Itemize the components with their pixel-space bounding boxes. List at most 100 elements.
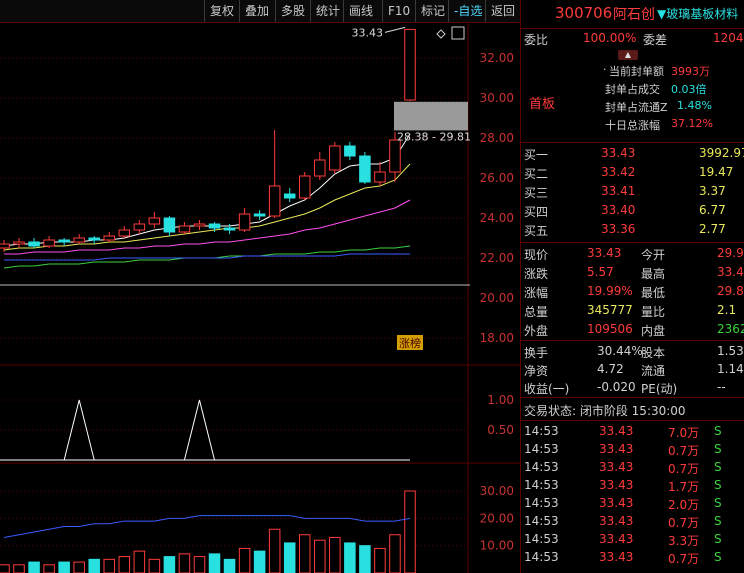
price-tick-label: 20.00: [480, 291, 514, 305]
tick-time: 14:53: [524, 478, 559, 492]
candle-body: [43, 239, 55, 247]
volume-bar: [298, 534, 311, 573]
tick-row[interactable]: 14:53 33.43 7.0万 S: [521, 424, 744, 441]
seal-ten-value: 37.12%: [671, 117, 713, 130]
quote-row: 外盘 109506 内盘 23627: [521, 322, 744, 339]
expand-icon: [451, 26, 465, 40]
volume-bar: [58, 561, 70, 573]
fund-label: 换手: [524, 346, 549, 360]
candle-body: [404, 28, 416, 101]
volume-tick-label: 20.00: [480, 511, 514, 525]
sector-tag[interactable]: ▼玻璃基板材料: [657, 5, 738, 25]
candle-body: [178, 225, 191, 233]
board-label: 首板: [529, 97, 556, 112]
volume-bar: [314, 539, 326, 573]
toolbar-button-0[interactable]: 复权: [208, 3, 236, 19]
price-tick-label: 32.00: [480, 51, 514, 65]
volume-bar: [178, 553, 191, 573]
bid-row[interactable]: 买五 33.36 2.77: [521, 222, 744, 239]
tick-side: S: [714, 532, 722, 546]
bid-volume: 2.77: [699, 222, 726, 236]
toolbar-button-5[interactable]: F10: [386, 3, 412, 19]
tick-side: S: [714, 424, 722, 438]
collapse-icon[interactable]: ▲: [618, 50, 638, 60]
quote-row: 涨跌 5.57 最高 33.4: [521, 265, 744, 282]
high-arrow: [384, 26, 406, 33]
tick-time: 14:53: [524, 424, 559, 438]
volume-bar: [329, 536, 341, 573]
gap-range-label: 28.38 - 29.81: [397, 130, 471, 143]
tick-side: S: [714, 478, 722, 492]
seal-float-value: 1.48%: [677, 99, 712, 112]
tick-time: 14:53: [524, 532, 559, 546]
fund-value: 1.14: [717, 362, 744, 376]
tick-row[interactable]: 14:53 33.43 0.7万 S: [521, 550, 744, 567]
candle-body: [314, 159, 326, 177]
fund-row: 换手 30.44% 股本 1.53: [521, 344, 744, 361]
tick-price: 33.43: [599, 550, 634, 564]
bid-row[interactable]: 买二 33.42 19.47: [521, 165, 744, 182]
price-tick-label: 28.00: [480, 131, 514, 145]
quote-label: 内盘: [641, 324, 666, 338]
volume-bar: [193, 556, 206, 573]
toolbar-button-6[interactable]: 标记: [419, 3, 447, 19]
quote-label: 量比: [641, 305, 666, 319]
limit-tag: 涨榜: [399, 336, 421, 350]
tick-row[interactable]: 14:53 33.43 1.7万 S: [521, 478, 744, 495]
candle-body: [0, 243, 10, 249]
tick-row[interactable]: 14:53 33.43 2.0万 S: [521, 496, 744, 513]
candle-body: [374, 171, 386, 183]
quote-value: 109506: [587, 322, 633, 336]
bid-row[interactable]: 买三 33.41 3.37: [521, 184, 744, 201]
candle-body: [73, 237, 85, 243]
tick-row[interactable]: 14:53 33.43 3.3万 S: [521, 532, 744, 549]
candle-body: [359, 155, 371, 183]
ma-line-ma60: [3, 245, 411, 269]
volume-bar: [359, 545, 371, 573]
quote-label: 外盘: [524, 324, 549, 338]
tick-volume: 3.3万: [668, 534, 700, 548]
fund-value: 30.44%: [597, 344, 643, 358]
fund-label: 股本: [641, 346, 666, 360]
volume-bar: [103, 558, 116, 573]
toolbar-button-1[interactable]: 叠加: [243, 3, 271, 19]
tick-side: S: [714, 460, 722, 474]
toolbar-button-4[interactable]: 画线: [347, 3, 375, 19]
high-price-label: 33.43: [352, 26, 384, 39]
bid-row[interactable]: 买一 33.43 3992.97: [521, 146, 744, 163]
quote-label: 现价: [524, 248, 549, 262]
bid-price: 33.36: [601, 222, 636, 236]
tick-price: 33.43: [599, 460, 634, 474]
indicator-tick-label: 1.00: [487, 393, 514, 407]
bid-volume: 3.37: [699, 184, 726, 198]
bid-volume: 6.77: [699, 203, 726, 217]
bid-label: 买四: [524, 205, 549, 219]
candle-body: [329, 145, 341, 171]
toolbar-button-3[interactable]: 统计: [314, 3, 342, 19]
gap-box: [394, 101, 468, 131]
candle-body: [208, 223, 221, 229]
tick-row[interactable]: 14:53 33.43 0.7万 S: [521, 514, 744, 531]
bid-price: 33.42: [601, 165, 636, 179]
quote-value: 5.57: [587, 265, 614, 279]
tick-row[interactable]: 14:53 33.43 0.7万 S: [521, 460, 744, 477]
candle-body: [103, 235, 116, 241]
volume-bar: [73, 561, 85, 573]
volume-bar: [283, 542, 296, 573]
toolbar-button-2[interactable]: 多股: [279, 3, 307, 19]
toolbar-button-7[interactable]: -自选: [452, 3, 484, 19]
quote-row: 涨幅 19.99% 最低 29.8: [521, 284, 744, 301]
tick-row[interactable]: 14:53 33.43 0.7万 S: [521, 442, 744, 459]
tick-volume: 1.7万: [668, 480, 700, 494]
toolbar-button-8[interactable]: 返回: [489, 3, 517, 19]
volume-bar: [253, 550, 266, 573]
quote-value: 33.43: [587, 246, 622, 260]
kline-chart[interactable]: 32.00 30.00 28.00 26.00 24.00 22.00 20.00 18.00…: [0, 22, 520, 573]
volume-bar: [43, 564, 55, 573]
volume-bar: [28, 561, 40, 573]
candle-body: [13, 241, 25, 245]
quote-value: 2.1: [717, 303, 737, 317]
bid-row[interactable]: 买四 33.40 6.77: [521, 203, 744, 220]
seal-deal-value: 0.03倍: [671, 83, 707, 96]
seal-float-label: 封单占流通Z: [605, 101, 668, 114]
